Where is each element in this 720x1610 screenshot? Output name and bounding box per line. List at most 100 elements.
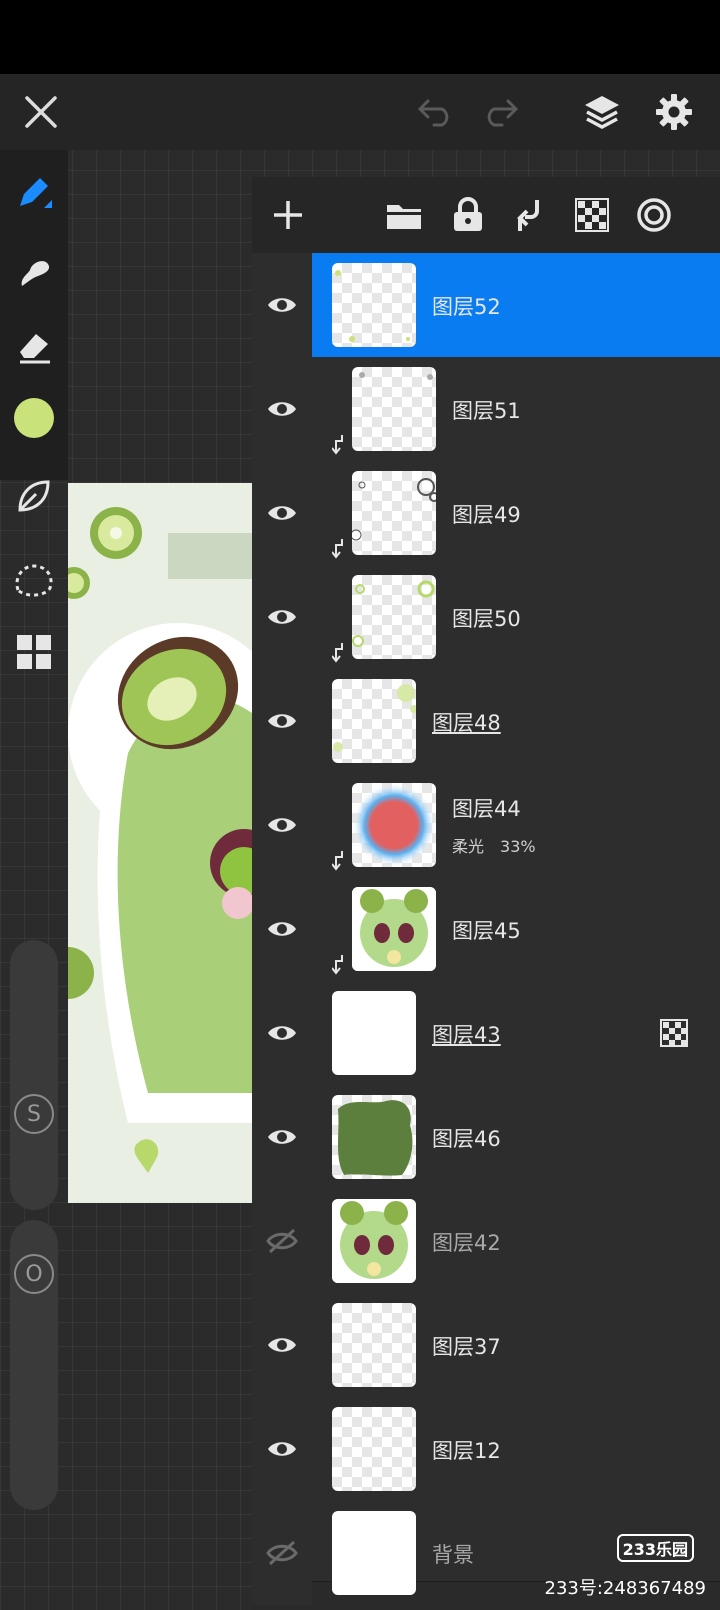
layer-body[interactable]: 图层45 <box>312 877 720 981</box>
visibility-toggle[interactable] <box>252 1501 312 1605</box>
layer-body[interactable]: 图层42 <box>312 1189 720 1293</box>
layer-body[interactable]: 图层48 <box>312 669 720 773</box>
layer-row[interactable]: 图层42 <box>252 1189 720 1294</box>
undo-button[interactable] <box>412 88 460 136</box>
layer-body[interactable]: 图层49 <box>312 461 720 565</box>
tool-sidebar <box>0 150 68 480</box>
layer-row[interactable]: 图层46 <box>252 1085 720 1190</box>
smudge-icon <box>21 261 50 286</box>
artwork-illustration <box>68 483 252 1203</box>
watermark-logo: 233乐园 <box>616 1534 694 1562</box>
eye-icon <box>268 1338 296 1352</box>
layer-body[interactable]: 图层43 <box>312 981 720 1085</box>
layer-row[interactable]: 图层52 <box>252 253 720 358</box>
eraser-tool[interactable] <box>10 322 58 370</box>
size-slider-label: S <box>14 1094 54 1134</box>
blend-mode-button[interactable] <box>632 193 676 237</box>
lasso-selection-icon <box>15 564 53 597</box>
selection-tool[interactable] <box>10 556 58 604</box>
layer-row[interactable]: 图层51 <box>252 357 720 462</box>
lock-icon <box>454 197 482 231</box>
layer-row[interactable]: 图层37 <box>252 1293 720 1398</box>
layer-thumbnail <box>332 679 416 763</box>
leaf-icon <box>18 480 50 512</box>
visibility-toggle[interactable] <box>252 461 312 565</box>
alpha-lock-button[interactable] <box>570 193 614 237</box>
liquify-tool[interactable] <box>10 472 58 520</box>
clipping-mask-icon <box>331 643 346 663</box>
layer-row[interactable]: 图层50 <box>252 565 720 670</box>
layer-body[interactable]: 图层51 <box>312 357 720 461</box>
close-button[interactable] <box>17 88 65 136</box>
layer-name: 图层42 <box>432 1231 501 1255</box>
visibility-toggle[interactable] <box>252 1189 312 1293</box>
visibility-toggle[interactable] <box>252 981 312 1085</box>
layer-thumbnail <box>332 1511 416 1595</box>
layer-row[interactable]: 图层48 <box>252 669 720 774</box>
layer-name: 图层49 <box>452 503 521 527</box>
brush-tool[interactable] <box>10 170 58 218</box>
layer-thumbnail <box>352 367 436 451</box>
layer-body[interactable]: 图层52 <box>312 253 720 357</box>
lock-button[interactable] <box>446 193 490 237</box>
layer-name: 图层45 <box>452 919 521 943</box>
plus-icon <box>274 201 302 229</box>
clipping-mask-icon <box>331 955 346 975</box>
clipping-mask-icon <box>331 851 346 871</box>
layer-body[interactable]: 图层37 <box>312 1293 720 1397</box>
layer-body[interactable]: 图层12 <box>312 1397 720 1501</box>
opacity-slider-label: O <box>14 1254 54 1294</box>
artwork-canvas[interactable] <box>68 483 252 1203</box>
layer-body[interactable]: 图层46 <box>312 1085 720 1189</box>
settings-button[interactable] <box>650 88 698 136</box>
layer-thumbnail <box>332 1407 416 1491</box>
visibility-toggle[interactable] <box>252 253 312 357</box>
layer-name: 图层50 <box>452 607 521 631</box>
redo-button[interactable] <box>476 88 524 136</box>
grid-icon <box>17 635 51 669</box>
undo-icon <box>417 99 449 127</box>
layer-thumbnail <box>332 1303 416 1387</box>
eye-icon <box>268 1130 296 1144</box>
smudge-tool[interactable] <box>10 248 58 296</box>
visibility-toggle[interactable] <box>252 565 312 669</box>
layer-row[interactable]: 图层43 <box>252 981 720 1086</box>
size-slider[interactable] <box>10 940 58 1210</box>
layer-name: 图层43 <box>432 1023 501 1047</box>
add-layer-button[interactable] <box>266 193 310 237</box>
current-color-swatch <box>14 398 54 438</box>
layer-row[interactable]: 图层44 柔光 33% <box>252 773 720 878</box>
layer-body[interactable]: 图层44 柔光 33% <box>312 773 720 877</box>
eye-hidden-icon <box>266 1540 298 1566</box>
layer-row[interactable]: 图层45 <box>252 877 720 982</box>
color-button[interactable] <box>10 394 58 442</box>
layer-name: 图层37 <box>432 1335 501 1359</box>
layer-thumbnail <box>332 263 416 347</box>
visibility-toggle[interactable] <box>252 1085 312 1189</box>
layer-body[interactable]: 图层50 <box>312 565 720 669</box>
layer-thumbnail <box>352 575 436 659</box>
status-bar <box>0 0 720 74</box>
layer-thumbnail <box>352 887 436 971</box>
layer-thumbnail <box>332 1199 416 1283</box>
eye-icon <box>268 506 296 520</box>
eye-icon <box>268 714 296 728</box>
layers-panel-toolbar <box>252 177 720 253</box>
close-icon <box>25 96 57 128</box>
visibility-toggle[interactable] <box>252 357 312 461</box>
layer-row[interactable]: 图层12 <box>252 1397 720 1502</box>
eye-icon <box>268 1026 296 1040</box>
visibility-toggle[interactable] <box>252 669 312 773</box>
layer-thumbnail <box>352 783 436 867</box>
visibility-toggle[interactable] <box>252 1293 312 1397</box>
layers-button[interactable] <box>578 88 626 136</box>
visibility-toggle[interactable] <box>252 1397 312 1501</box>
layer-thumbnail <box>332 991 416 1075</box>
group-button[interactable] <box>382 193 426 237</box>
clipping-button[interactable] <box>508 193 552 237</box>
visibility-toggle[interactable] <box>252 877 312 981</box>
visibility-toggle[interactable] <box>252 773 312 877</box>
transform-tool[interactable] <box>10 628 58 676</box>
layer-row[interactable]: 图层49 <box>252 461 720 566</box>
eye-icon <box>268 402 296 416</box>
